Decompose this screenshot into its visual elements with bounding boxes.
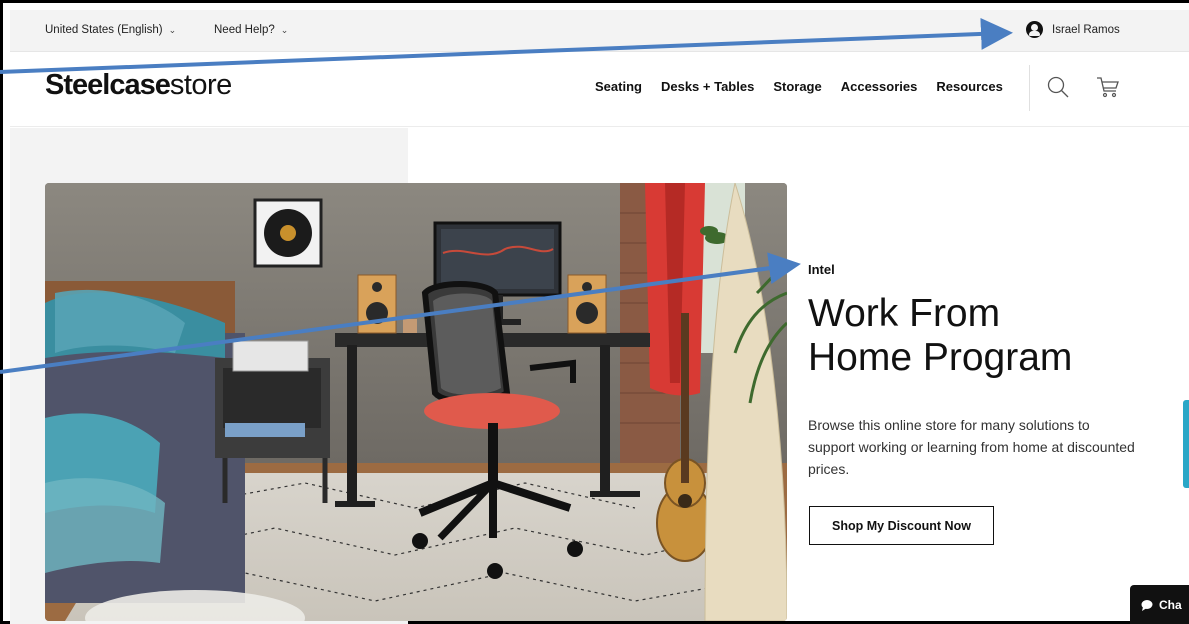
nav-item-desks-tables[interactable]: Desks + Tables: [661, 79, 754, 94]
hero-title-line-2: Home Program: [808, 336, 1073, 379]
site-logo[interactable]: Steelcasestore: [45, 69, 232, 102]
hero-image: [45, 183, 787, 621]
hero-eyebrow: Intel: [808, 262, 835, 277]
shop-discount-button[interactable]: Shop My Discount Now: [809, 506, 994, 545]
region-label: United States (English): [45, 24, 163, 36]
logo-store: store: [169, 69, 232, 101]
search-icon: [1047, 76, 1069, 98]
hero-description: Browse this online store for many soluti…: [808, 417, 1135, 477]
need-help-menu[interactable]: Need Help? ⌄: [214, 24, 288, 36]
nav-item-resources[interactable]: Resources: [936, 79, 1002, 94]
chat-label: Cha: [1159, 597, 1182, 612]
chat-button[interactable]: Cha: [1130, 585, 1189, 624]
chat-bubble-icon: [1141, 599, 1153, 611]
region-selector[interactable]: United States (English) ⌄: [45, 24, 176, 36]
chevron-down-icon: ⌄: [168, 24, 177, 35]
logo-brand: Steelcase: [45, 69, 171, 101]
feedback-side-tab[interactable]: [1183, 400, 1189, 488]
nav-item-storage[interactable]: Storage: [773, 79, 821, 94]
main-nav: Seating Desks + Tables Storage Accessori…: [595, 79, 1003, 94]
utility-bar: United States (English) ⌄ Need Help? ⌄ I…: [10, 10, 1189, 52]
nav-divider: [1029, 65, 1030, 111]
hero-title: Work From Home Program: [808, 292, 1168, 380]
search-button[interactable]: [1046, 75, 1070, 99]
user-icon: [1026, 21, 1043, 38]
nav-item-accessories[interactable]: Accessories: [841, 79, 918, 94]
cart-button[interactable]: [1095, 75, 1121, 99]
home-office-illustration: [45, 183, 787, 621]
site-header: Steelcasestore Seating Desks + Tables St…: [10, 53, 1189, 127]
hero-title-line-1: Work From: [808, 292, 1001, 335]
nav-item-seating[interactable]: Seating: [595, 79, 642, 94]
need-help-label: Need Help?: [214, 24, 275, 36]
chevron-down-icon: ⌄: [280, 24, 289, 35]
user-name: Israel Ramos: [1052, 23, 1120, 36]
user-account-link[interactable]: Israel Ramos: [1026, 21, 1120, 38]
cart-icon: [1097, 77, 1119, 98]
